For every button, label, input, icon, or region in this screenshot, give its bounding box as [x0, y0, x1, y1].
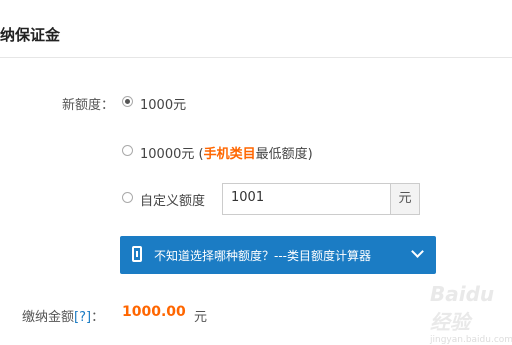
option-10000-suffix: 最低额度) [255, 147, 313, 162]
option-10000-label[interactable]: 10000元 (手机类目最低额度) [140, 143, 313, 162]
header-divider [0, 57, 512, 58]
option-custom-label[interactable]: 自定义额度 [140, 190, 205, 209]
radio-custom[interactable] [122, 192, 133, 203]
category-highlight: 手机类目 [203, 147, 256, 162]
calculator-icon [132, 246, 142, 262]
radio-10000[interactable] [122, 145, 133, 156]
watermark-sub: jingyan.baidu.com [430, 335, 512, 345]
option-10000-prefix: 10000元 ( [140, 147, 204, 162]
option-1000-label[interactable]: 1000元 [140, 94, 186, 113]
payment-colon: ： [91, 310, 105, 325]
payment-unit: 元 [194, 310, 208, 325]
custom-amount-input[interactable]: 1001 [222, 183, 390, 215]
payment-label: 缴纳金额[?]： [22, 306, 104, 325]
baidu-watermark: Baidu经验 jingyan.baidu.com [430, 282, 512, 345]
quota-label: 新额度： [62, 98, 115, 113]
chevron-down-icon [411, 245, 424, 258]
category-calculator-button[interactable]: 不知道选择哪种额度？---类目额度计算器 [120, 236, 436, 274]
watermark-text: Baidu经验 [430, 282, 495, 334]
calculator-label: 不知道选择哪种额度？---类目额度计算器 [154, 249, 371, 263]
radio-1000[interactable] [122, 96, 133, 107]
page-title: 纳保证金 [0, 26, 61, 44]
custom-amount-unit: 元 [390, 183, 420, 215]
payment-amount: 1000.00 [122, 304, 186, 320]
payment-label-text: 缴纳金额 [22, 310, 75, 325]
help-link[interactable]: [?] [74, 310, 91, 325]
